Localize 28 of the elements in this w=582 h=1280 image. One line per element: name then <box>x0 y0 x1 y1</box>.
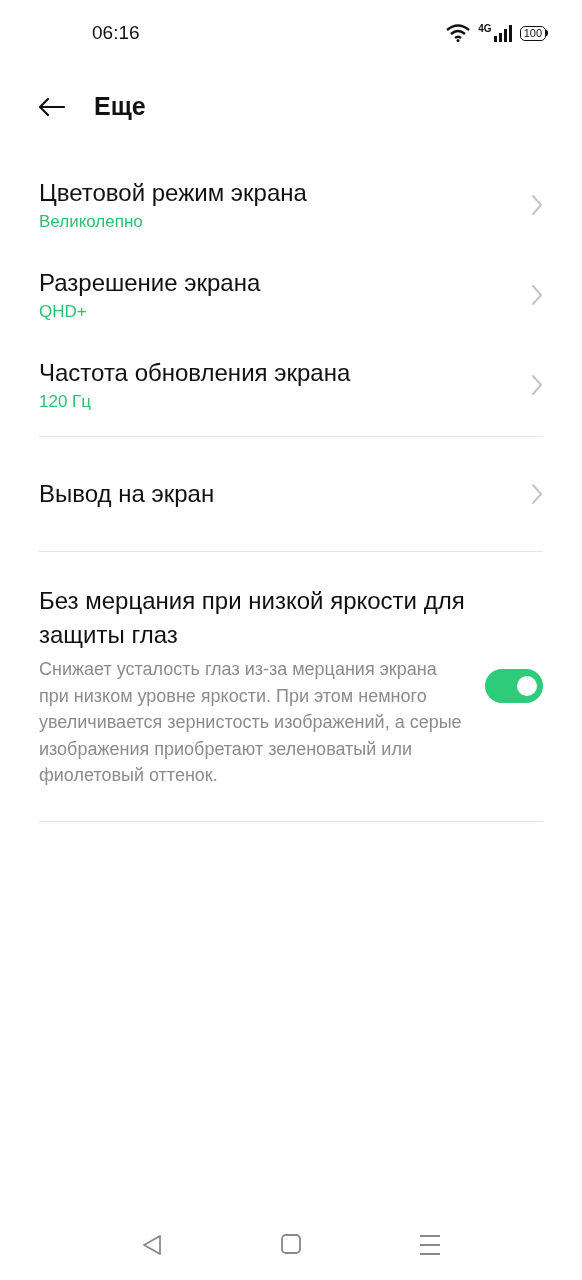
battery-indicator: 100 <box>519 25 548 41</box>
wifi-icon <box>446 24 471 42</box>
setting-title: Вывод на экран <box>39 479 215 509</box>
nav-home-icon[interactable] <box>281 1234 301 1254</box>
back-arrow-icon[interactable] <box>38 97 65 117</box>
signal-icon <box>493 24 512 42</box>
setting-title: Частота обновления экрана <box>39 358 351 388</box>
settings-row[interactable]: Разрешение экрана QHD+ <box>39 250 543 340</box>
setting-value: 120 Гц <box>39 391 93 413</box>
page-title: Еще <box>94 91 146 123</box>
setting-title: Без мерцания при низкой яркости для защиты глаз <box>39 586 466 650</box>
settings-row[interactable]: Цветовой режим экрана Великолепно <box>39 160 543 250</box>
chevron-right-icon <box>531 374 543 396</box>
nav-back-icon[interactable] <box>142 1234 162 1256</box>
setting-title: Цветовой режим экрана <box>39 178 307 208</box>
settings-row[interactable]: Вывод на экран <box>39 443 543 545</box>
chevron-right-icon <box>531 483 543 505</box>
setting-value: Великолепно <box>39 211 144 233</box>
chevron-right-icon <box>531 284 543 306</box>
setting-description: Снижает усталость глаз из-за мерцания экрана при низком уровне яркости. При этом немного увеличивается зернистость изображений, а серые изображения приобретают зеленоватый или фиолетовый оттенок. <box>39 658 463 787</box>
toggle-switch[interactable] <box>485 669 543 704</box>
status-time: 06:16 <box>92 20 140 45</box>
setting-value: QHD+ <box>39 301 88 323</box>
setting-title: Разрешение экрана <box>39 268 261 298</box>
nav-menu-icon[interactable] <box>420 1234 440 1256</box>
settings-row[interactable]: Частота обновления экрана 120 Гц <box>39 340 543 430</box>
chevron-right-icon <box>531 194 543 216</box>
network-type: 4G <box>478 24 492 34</box>
